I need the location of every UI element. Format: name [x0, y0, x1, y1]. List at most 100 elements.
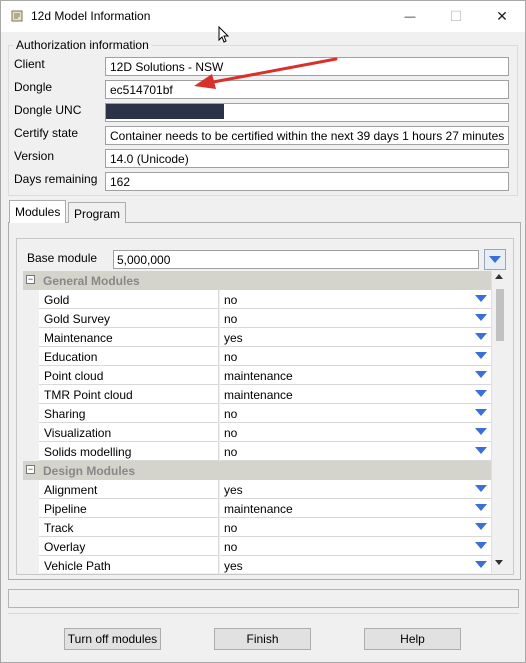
tab-modules[interactable]: Modules [9, 200, 67, 223]
help-button[interactable]: Help [364, 628, 461, 650]
module-row: Sharing no [23, 404, 491, 423]
module-name: Visualization [39, 423, 219, 442]
module-row: Visualization no [23, 423, 491, 442]
status-bar [8, 589, 519, 608]
collapse-icon[interactable]: − [26, 465, 35, 474]
tree-scrollbar[interactable] [491, 271, 507, 573]
collapse-icon[interactable]: − [26, 275, 35, 284]
module-value-select[interactable]: no [220, 537, 491, 556]
client-label: Client [14, 57, 45, 71]
module-name: Vehicle Path [39, 556, 219, 573]
certify-state-field[interactable]: Container needs to be certified within t… [105, 126, 509, 145]
minimize-button[interactable]: — [387, 1, 433, 32]
authorization-legend: Authorization information [13, 38, 152, 52]
chevron-down-icon[interactable] [475, 390, 487, 397]
chevron-down-icon[interactable] [475, 409, 487, 416]
module-value: no [224, 312, 238, 326]
module-value: maintenance [224, 388, 293, 402]
tab-program[interactable]: Program [68, 202, 127, 223]
chevron-down-icon[interactable] [475, 523, 487, 530]
module-name: Overlay [39, 537, 219, 556]
module-row: Pipeline maintenance [23, 499, 491, 518]
module-value-select[interactable]: no [220, 347, 491, 366]
module-row: Solids modelling no [23, 442, 491, 461]
turn-off-modules-button[interactable]: Turn off modules [64, 628, 161, 650]
chevron-down-icon[interactable] [475, 485, 487, 492]
base-module-dropdown-button[interactable] [484, 249, 506, 270]
module-value-select[interactable]: no [220, 309, 491, 328]
module-name: Alignment [39, 480, 219, 499]
days-remaining-label: Days remaining [14, 172, 98, 186]
base-module-field[interactable]: 5,000,000 [113, 250, 479, 269]
finish-button[interactable]: Finish [214, 628, 311, 650]
chevron-down-icon[interactable] [475, 352, 487, 359]
title-bar: 12d Model Information — ☐ ✕ [1, 1, 525, 32]
module-row: Gold no [23, 290, 491, 309]
module-value-select[interactable]: no [220, 518, 491, 537]
module-name: Gold Survey [39, 309, 219, 328]
module-value: no [224, 445, 238, 459]
minimize-icon: — [404, 10, 416, 23]
module-value: no [224, 293, 238, 307]
model-information-window: 12d Model Information — ☐ ✕ Authorizatio… [0, 0, 526, 663]
module-value: yes [224, 559, 243, 573]
module-row: Vehicle Path yes [23, 556, 491, 573]
divider [8, 613, 519, 614]
chevron-down-icon[interactable] [475, 314, 487, 321]
module-name: Gold [39, 290, 219, 309]
chevron-down-icon[interactable] [475, 504, 487, 511]
module-row: Point cloud maintenance [23, 366, 491, 385]
chevron-down-icon[interactable] [475, 295, 487, 302]
module-row: Gold Survey no [23, 309, 491, 328]
module-value-select[interactable]: maintenance [220, 366, 491, 385]
section-design-modules[interactable]: − Design Modules [23, 461, 491, 480]
modules-tree: − General Modules Gold no Gold Survey no… [23, 271, 491, 573]
dongle-label: Dongle [14, 80, 53, 94]
close-icon: ✕ [496, 8, 508, 24]
chevron-down-icon[interactable] [475, 561, 487, 568]
module-value: maintenance [224, 369, 293, 383]
section-title: Design Modules [43, 464, 136, 478]
dongle-unc-redaction [106, 104, 224, 119]
module-value-select[interactable]: no [220, 423, 491, 442]
chevron-down-icon[interactable] [475, 447, 487, 454]
module-value: maintenance [224, 502, 293, 516]
module-value-select[interactable]: no [220, 290, 491, 309]
module-name: Track [39, 518, 219, 537]
module-name: Pipeline [39, 499, 219, 518]
scroll-up-icon[interactable] [495, 274, 503, 279]
chevron-down-icon[interactable] [475, 371, 487, 378]
maximize-icon: ☐ [449, 8, 463, 24]
certify-state-label: Certify state [14, 126, 79, 140]
module-name: Point cloud [39, 366, 219, 385]
maximize-button[interactable]: ☐ [433, 1, 479, 32]
module-value-select[interactable]: no [220, 442, 491, 461]
module-value-select[interactable]: maintenance [220, 385, 491, 404]
module-value: no [224, 521, 238, 535]
annotation-arrow-icon [194, 57, 338, 89]
section-title: General Modules [43, 274, 140, 288]
module-name: Maintenance [39, 328, 219, 347]
scroll-thumb[interactable] [496, 289, 504, 341]
module-value-select[interactable]: no [220, 404, 491, 423]
module-value-select[interactable]: yes [220, 328, 491, 347]
module-value: no [224, 540, 238, 554]
module-row: TMR Point cloud maintenance [23, 385, 491, 404]
module-value: yes [224, 331, 243, 345]
scroll-down-icon[interactable] [495, 560, 503, 565]
module-value: no [224, 407, 238, 421]
module-row: Maintenance yes [23, 328, 491, 347]
close-button[interactable]: ✕ [479, 1, 525, 32]
module-value: yes [224, 483, 243, 497]
module-row: Alignment yes [23, 480, 491, 499]
module-value-select[interactable]: maintenance [220, 499, 491, 518]
chevron-down-icon[interactable] [475, 333, 487, 340]
module-value-select[interactable]: yes [220, 480, 491, 499]
days-remaining-field[interactable]: 162 [105, 172, 509, 191]
module-row: Education no [23, 347, 491, 366]
section-general-modules[interactable]: − General Modules [23, 271, 491, 290]
version-field[interactable]: 14.0 (Unicode) [105, 149, 509, 168]
chevron-down-icon[interactable] [475, 428, 487, 435]
module-value-select[interactable]: yes [220, 556, 491, 573]
chevron-down-icon[interactable] [475, 542, 487, 549]
